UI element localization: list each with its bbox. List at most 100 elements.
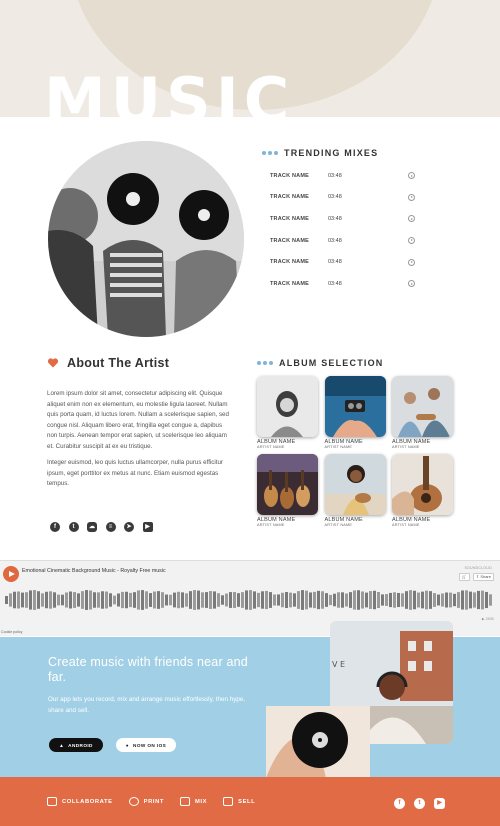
waveform-bar [333, 593, 336, 607]
android-button[interactable]: ▲ ANDROID [49, 738, 103, 752]
soundcloud-icon[interactable]: ☁ [87, 522, 97, 532]
youtube-icon[interactable]: ▶ [434, 798, 445, 809]
apple-icon: ● [125, 742, 130, 748]
waveform-bar [161, 592, 164, 608]
album-card[interactable]: ALBUM NAME ARTIST NAME [392, 454, 453, 527]
waveform-bar [245, 590, 248, 610]
player-play-button[interactable] [3, 566, 19, 582]
play-icon[interactable] [408, 172, 415, 180]
footer: COLLABORATE PRINT MIX SELL f t ▶ [0, 777, 500, 826]
facebook-icon[interactable]: f [394, 798, 405, 809]
waveform-bar [5, 596, 8, 604]
cookie-policy-link[interactable]: Cookie policy [1, 630, 22, 634]
waveform-bar [477, 590, 480, 610]
spotify-icon[interactable]: ≡ [105, 522, 116, 532]
hero-banner: MUSIC [0, 0, 500, 117]
play-icon[interactable] [408, 193, 415, 201]
waveform-bar [437, 594, 440, 606]
twitter-icon[interactable]: t [68, 522, 79, 532]
footer-link-print[interactable]: PRINT [128, 797, 164, 806]
album-cover[interactable] [324, 454, 386, 515]
track-list: TRACK NAME 03:48 TRACK NAME 03:48 TRACK NA… [270, 165, 420, 295]
album-card[interactable]: ALBUM NAME ARTIST NAME [324, 454, 386, 527]
waveform-bar [469, 591, 472, 609]
waveform-bar [233, 592, 236, 608]
facebook-icon[interactable]: f [50, 522, 60, 532]
waveform-bar [153, 591, 156, 609]
waveform-bar [361, 591, 364, 609]
track-row[interactable]: TRACK NAME 03:48 [270, 273, 420, 295]
waveform-bar [373, 590, 376, 610]
promo-heading: Create music with friends near and far. [48, 655, 248, 684]
track-row[interactable]: TRACK NAME 03:48 [270, 251, 420, 273]
soundcloud-logo[interactable]: SOUNDCLOUD [464, 566, 492, 570]
album-card[interactable]: ALBUM NAME ARTIST NAME [324, 376, 386, 449]
waveform-bar [289, 592, 292, 608]
cart-icon[interactable]: 🛒 [458, 573, 470, 581]
waveform-bar [341, 592, 344, 608]
artist-socials: f t ☁ ≡ ➤ ▶ [50, 522, 153, 532]
album-artist: ARTIST NAME [392, 523, 420, 527]
track-row[interactable]: TRACK NAME 03:48 [270, 230, 420, 252]
album-cover[interactable] [392, 454, 453, 515]
album-card[interactable]: ALBUM NAME ARTIST NAME [392, 376, 453, 449]
album-cover[interactable] [324, 376, 386, 437]
waveform-bar [141, 590, 144, 610]
waveform-bar [25, 592, 28, 608]
heart-icon [47, 358, 59, 368]
album-cover[interactable] [257, 376, 318, 437]
about-paragraph: Lorem ipsum dolor sit amet, consectetur … [47, 390, 229, 450]
footer-link-sell[interactable]: SELL [223, 797, 255, 806]
waveform-bar [417, 592, 420, 608]
album-card[interactable]: ALBUM NAME ARTIST NAME [257, 376, 318, 449]
waveform-bar [269, 592, 272, 608]
promo-photo-vinyl [266, 706, 370, 778]
play-icon[interactable] [408, 237, 415, 245]
waveform-bar [257, 592, 260, 608]
waveform-bar [89, 590, 92, 610]
play-icon[interactable] [408, 280, 415, 288]
album-cover[interactable] [392, 376, 453, 437]
waveform-bar [385, 594, 388, 606]
footer-link-collaborate[interactable]: COLLABORATE [47, 797, 113, 806]
track-row[interactable]: TRACK NAME 03:48 [270, 208, 420, 230]
waveform-bar [297, 591, 300, 609]
waveform-bar [461, 590, 464, 610]
waveform-bar [85, 590, 88, 610]
waveform-bar [389, 592, 392, 608]
player-track-title[interactable]: Emotional Cinematic Background Music - R… [22, 568, 166, 574]
track-duration: 03:48 [328, 280, 342, 287]
footer-link-mix[interactable]: MIX [180, 797, 207, 806]
plays-value: 283K [485, 617, 494, 621]
track-row[interactable]: TRACK NAME 03:48 [270, 187, 420, 209]
waveform-bar [421, 591, 424, 609]
share-button[interactable]: ⇪ Share [472, 573, 494, 581]
dots-icon [257, 361, 273, 365]
album-card[interactable]: ALBUM NAME ARTIST NAME [257, 454, 318, 527]
waveform-bar [29, 590, 32, 610]
album-artist: ARTIST NAME [324, 523, 353, 527]
waveform-bar [53, 592, 56, 608]
waveform-bar [49, 591, 52, 609]
waveform-bar [377, 592, 380, 608]
waveform-bar [261, 591, 264, 609]
track-row[interactable]: TRACK NAME 03:48 [270, 165, 420, 187]
twitter-icon[interactable]: t [414, 798, 425, 809]
album-cover[interactable] [257, 454, 318, 515]
youtube-icon[interactable]: ▶ [142, 522, 153, 532]
android-label: ANDROID [68, 742, 93, 748]
ios-button[interactable]: ● NOW ON IOS [116, 738, 176, 752]
waveform-bar [349, 592, 352, 608]
mix-icon [180, 797, 190, 806]
waveform-bar [305, 590, 308, 610]
waveform-bar [69, 591, 72, 609]
compass-icon[interactable]: ➤ [124, 522, 134, 532]
waveform-bar [45, 591, 48, 609]
play-icon[interactable] [408, 258, 415, 266]
play-icon[interactable] [408, 215, 415, 223]
waveform-bar [353, 590, 356, 610]
waveform-bar [133, 592, 136, 608]
player-waveform[interactable] [5, 585, 495, 615]
waveform-bar [445, 592, 448, 608]
waveform-bar [177, 591, 180, 609]
